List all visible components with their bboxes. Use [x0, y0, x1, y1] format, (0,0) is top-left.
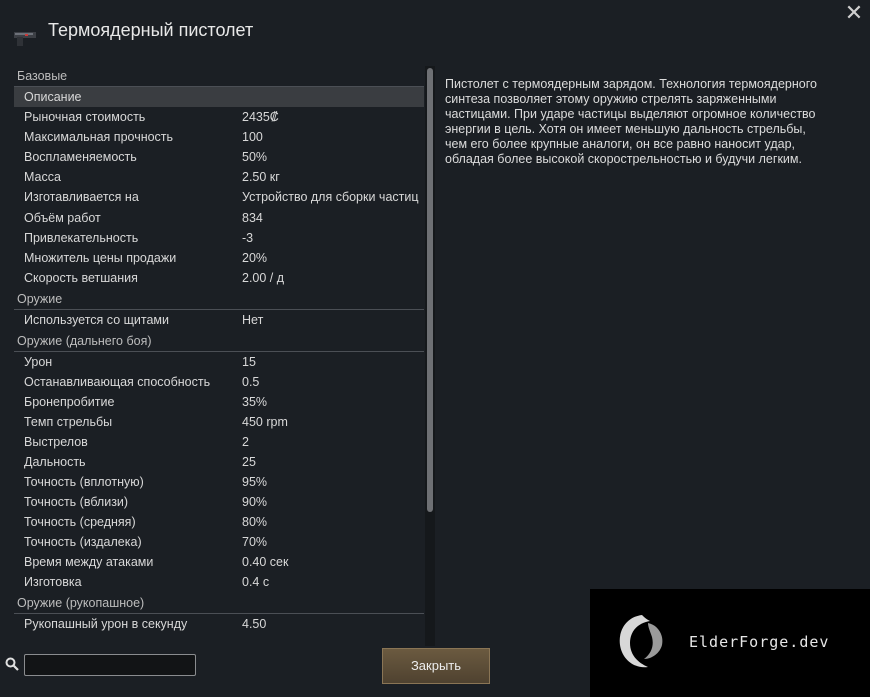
- stat-row[interactable]: Темп стрельбы 450 rpm: [14, 412, 424, 432]
- stat-row[interactable]: Объём работ 834: [14, 208, 424, 228]
- stat-value: 450 rpm: [242, 414, 288, 429]
- stat-label: Урон: [24, 354, 53, 369]
- section-header: Оружие: [14, 288, 424, 310]
- page-title: Термоядерный пистолет: [48, 20, 254, 40]
- stat-label: Темп стрельбы: [24, 414, 113, 429]
- stat-label: Скорость ветшания: [24, 270, 138, 285]
- stat-value: 2.00 / д: [242, 270, 285, 285]
- stat-row[interactable]: Дальность 25: [14, 452, 424, 472]
- stat-row[interactable]: Описание: [14, 87, 424, 107]
- item-info-dialog: ✕ Термоядерный пистолет Базовые Описание Р…: [0, 0, 870, 697]
- stat-value: 2435₡: [242, 110, 279, 124]
- stat-value: 50%: [242, 150, 268, 164]
- stat-label: Дальность: [24, 454, 86, 469]
- watermark: ElderForge.dev: [590, 589, 870, 697]
- stat-label: Бронепробитие: [24, 394, 115, 409]
- stat-value: 20%: [242, 250, 268, 265]
- stat-row[interactable]: Рукопашный урон в секунду 4.50: [14, 614, 424, 634]
- stat-row[interactable]: Точность (издалека) 70%: [14, 532, 424, 552]
- stat-label: Точность (вблизи): [24, 494, 129, 509]
- stat-value: [242, 90, 424, 104]
- stat-label: Воспламеняемость: [24, 150, 137, 164]
- stat-row[interactable]: Урон 15: [14, 352, 424, 372]
- stat-value: 0.4 с: [242, 574, 270, 589]
- section-header: Оружие (рукопашное): [14, 592, 424, 614]
- stat-value: -3: [242, 230, 254, 245]
- stat-value: 15: [242, 354, 256, 369]
- stat-row[interactable]: Рыночная стоимость 2435₡: [14, 107, 424, 127]
- stat-row[interactable]: Точность (вблизи) 90%: [14, 492, 424, 512]
- stat-label: Рыночная стоимость: [24, 110, 146, 124]
- section-header: Оружие (дальнего боя): [14, 330, 424, 352]
- stat-label: Объём работ: [24, 210, 101, 225]
- stat-value: 0.5: [242, 374, 260, 389]
- stat-row[interactable]: Изготавливается на Устройство для сборки …: [14, 187, 424, 208]
- stat-value: Нет: [242, 312, 264, 327]
- stat-value: 25: [242, 454, 256, 469]
- stat-row[interactable]: Привлекательность -3: [14, 228, 424, 248]
- stat-value: 2.50 кг: [242, 170, 280, 184]
- stat-row[interactable]: Останавливающая способность 0.5: [14, 372, 424, 392]
- section-header: Базовые: [14, 65, 424, 87]
- stat-label: Точность (издалека): [24, 534, 142, 549]
- stat-row[interactable]: Множитель цены продажи 20%: [14, 248, 424, 268]
- stat-value: 4.50: [242, 616, 267, 631]
- stats-list[interactable]: Базовые Описание Рыночная стоимость 2435₡ Ма…: [14, 65, 424, 645]
- stat-value: 0.40 сек: [242, 554, 289, 569]
- stat-value: 834: [242, 210, 263, 225]
- stat-row[interactable]: Используется со щитами Нет: [14, 310, 424, 330]
- search-input[interactable]: [24, 654, 196, 676]
- stat-label: Изготавливается на: [24, 190, 139, 204]
- stat-value: Устройство для сборки частиц: [242, 190, 419, 204]
- watermark-text: ElderForge.dev: [689, 633, 830, 651]
- stat-label: Множитель цены продажи: [24, 250, 177, 265]
- stat-value: 100: [242, 130, 263, 144]
- stat-label: Останавливающая способность: [24, 374, 211, 389]
- stat-label: Время между атаками: [24, 554, 154, 569]
- stat-label: Выстрелов: [24, 434, 88, 449]
- stat-label: Используется со щитами: [24, 312, 169, 327]
- stat-label: Изготовка: [24, 574, 82, 589]
- stat-row[interactable]: Выстрелов 2: [14, 432, 424, 452]
- stat-row[interactable]: Изготовка 0.4 с: [14, 572, 424, 592]
- stat-row[interactable]: Бронепробитие 35%: [14, 392, 424, 412]
- scrollbar-thumb[interactable]: [427, 68, 433, 512]
- stat-value: 80%: [242, 514, 268, 529]
- close-button[interactable]: Закрыть: [382, 648, 490, 684]
- stat-row[interactable]: Точность (вплотную) 95%: [14, 472, 424, 492]
- close-icon[interactable]: ✕: [844, 2, 864, 24]
- dragon-logo-icon: [619, 615, 663, 668]
- stat-row[interactable]: Точность (средняя) 80%: [14, 512, 424, 532]
- stat-label: Привлекательность: [24, 230, 139, 245]
- stat-row[interactable]: Максимальная прочность 100: [14, 127, 424, 147]
- search-icon: [5, 657, 19, 671]
- stat-value: 90%: [242, 494, 268, 509]
- stat-label: Максимальная прочность: [24, 130, 174, 144]
- stat-label: Описание: [24, 90, 82, 104]
- stat-label: Масса: [24, 170, 61, 184]
- stat-row[interactable]: Масса 2.50 кг: [14, 167, 424, 187]
- scrollbar[interactable]: [425, 66, 435, 646]
- stat-row[interactable]: Воспламеняемость 50%: [14, 147, 424, 167]
- stat-value: 70%: [242, 534, 268, 549]
- stat-label: Рукопашный урон в секунду: [24, 616, 188, 631]
- stat-row[interactable]: Скорость ветшания 2.00 / д: [14, 268, 424, 288]
- item-description: Пистолет с термоядерным зарядом. Техноло…: [445, 77, 817, 166]
- stat-value: 35%: [242, 394, 268, 409]
- stat-label: Точность (средняя): [24, 514, 136, 529]
- stat-label: Точность (вплотную): [24, 474, 144, 489]
- stat-value: 2: [242, 434, 249, 449]
- stat-row[interactable]: Время между атаками 0.40 сек: [14, 552, 424, 572]
- pistol-icon: [14, 32, 36, 46]
- stat-value: 95%: [242, 474, 268, 489]
